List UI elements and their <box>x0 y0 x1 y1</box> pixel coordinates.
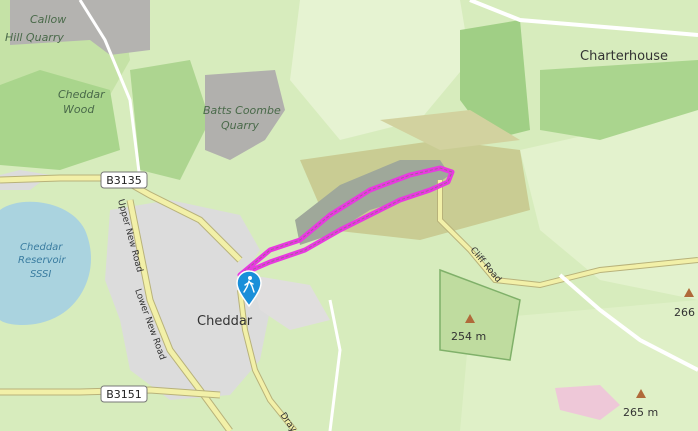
batts-coombe-label: Quarry <box>221 119 259 132</box>
svg-text:B3135: B3135 <box>106 174 142 187</box>
b3151-shield: B3151 <box>100 385 148 403</box>
callow-quarry-label: Callow <box>30 13 66 26</box>
charterhouse-label: Charterhouse <box>580 49 668 64</box>
reservoir-label: SSSI <box>30 269 51 280</box>
elevation-265: 265 m <box>623 406 658 419</box>
cheddar-wood-label: Wood <box>63 103 95 116</box>
callow-quarry-label: Hill Quarry <box>5 31 64 44</box>
reservoir-label: Reservoir <box>18 255 66 266</box>
map-canvas: B3135 B3151 Callow Hill Quarry Cheddar W… <box>0 0 698 431</box>
cheddar-label: Cheddar <box>197 314 253 329</box>
elevation-254: 254 m <box>451 330 486 343</box>
cheddar-wood-label: Cheddar <box>58 88 106 101</box>
elevation-266: 266 <box>674 306 695 319</box>
b3135-shield: B3135 <box>100 171 148 189</box>
map-view[interactable]: B3135 B3151 Callow Hill Quarry Cheddar W… <box>0 0 698 431</box>
batts-coombe-label: Batts Coombe <box>203 104 281 117</box>
svg-text:B3151: B3151 <box>106 388 142 401</box>
reservoir-label: Cheddar <box>20 242 63 253</box>
